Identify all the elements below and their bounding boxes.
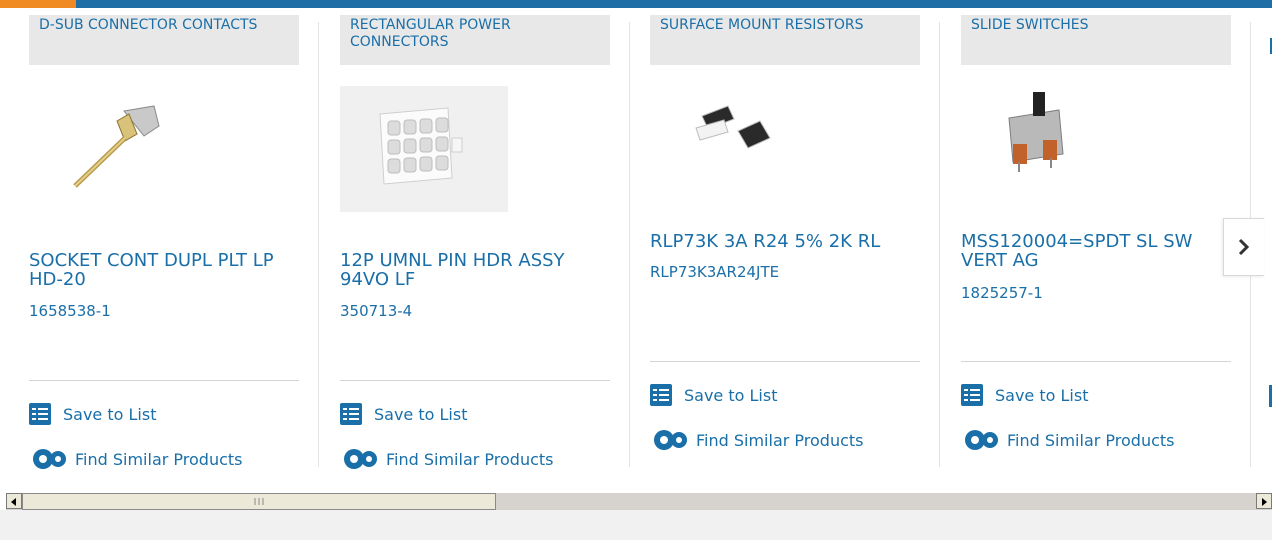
product-name-link[interactable]: 12P UMNL PIN HDR ASSY 94VO LF <box>340 251 615 289</box>
scroll-thumb[interactable] <box>22 493 496 510</box>
horizontal-scrollbar[interactable] <box>6 493 1272 510</box>
scroll-left-button[interactable] <box>6 493 22 509</box>
checklist-icon <box>29 403 51 425</box>
scroll-right-button[interactable] <box>1256 493 1272 509</box>
find-similar-label: Find Similar Products <box>696 430 864 450</box>
card-separator <box>939 22 940 467</box>
checklist-icon <box>340 403 362 425</box>
product-name-link[interactable]: MSS120004=SPDT SL SW VERT AG <box>961 232 1236 270</box>
gears-icon <box>33 449 66 469</box>
find-similar-label: Find Similar Products <box>1007 430 1175 450</box>
find-similar-label: Find Similar Products <box>386 449 554 469</box>
find-similar-label: Find Similar Products <box>75 449 243 469</box>
product-carousel: D-SUB CONNECTOR CONTACTS SOCKET CONT DUP… <box>0 8 1272 488</box>
part-number-link[interactable]: RLP73K3AR24JTE <box>650 263 779 281</box>
status-area <box>0 510 1272 540</box>
category-label[interactable]: SLIDE SWITCHES <box>961 15 1231 65</box>
product-name-link[interactable]: RLP73K 3A R24 5% 2K RL <box>650 232 925 251</box>
checklist-icon <box>961 384 983 406</box>
product-card: RECTANGULAR POWER CONNECTORS 12P UMNL PI… <box>340 8 610 469</box>
category-label[interactable]: D-SUB CONNECTOR CONTACTS <box>29 15 299 65</box>
save-to-list-button[interactable]: Save to List <box>29 401 156 427</box>
find-similar-button[interactable]: Find Similar Products <box>961 427 1175 453</box>
gears-icon <box>654 430 687 450</box>
product-name-link[interactable]: SOCKET CONT DUPL PLT LP HD-20 <box>29 251 304 289</box>
product-card: D-SUB CONNECTOR CONTACTS SOCKET CONT DUP… <box>29 8 299 469</box>
card-divider-line <box>650 361 920 362</box>
product-image[interactable] <box>650 86 920 216</box>
part-number-link[interactable]: 350713-4 <box>340 302 412 320</box>
save-to-list-label: Save to List <box>684 385 778 405</box>
save-to-list-button[interactable]: Save to List <box>650 382 777 408</box>
product-image[interactable] <box>29 86 299 216</box>
product-image[interactable] <box>340 86 610 216</box>
gears-icon <box>344 449 377 469</box>
find-similar-button[interactable]: Find Similar Products <box>340 446 554 472</box>
save-to-list-label: Save to List <box>995 385 1089 405</box>
checklist-icon <box>650 384 672 406</box>
category-label[interactable]: SURFACE MOUNT RESISTORS <box>650 15 920 65</box>
find-similar-button[interactable]: Find Similar Products <box>650 427 864 453</box>
find-similar-button[interactable]: Find Similar Products <box>29 446 243 472</box>
card-divider-line <box>29 380 299 381</box>
grip-icon <box>254 498 264 505</box>
save-to-list-label: Save to List <box>374 404 468 424</box>
card-separator <box>629 22 630 467</box>
top-bar-accent <box>0 0 76 8</box>
arrow-right-icon <box>1262 498 1267 506</box>
arrow-left-icon <box>11 498 16 506</box>
product-card: SURFACE MOUNT RESISTORS RLP73K 3A R24 5%… <box>650 8 920 468</box>
part-number-link[interactable]: 1658538-1 <box>29 302 111 320</box>
part-number-link[interactable]: 1825257-1 <box>961 284 1043 302</box>
card-divider-line <box>340 380 610 381</box>
product-card: SLIDE SWITCHES MSS120004=SPDT SL SW VERT… <box>961 8 1231 468</box>
gears-icon <box>965 430 998 450</box>
category-label[interactable]: RECTANGULAR POWER CONNECTORS <box>340 15 610 65</box>
chevron-right-icon <box>1238 238 1250 256</box>
carousel-next-button[interactable] <box>1223 218 1264 276</box>
product-image[interactable] <box>961 86 1231 216</box>
top-bar <box>0 0 1272 8</box>
save-to-list-button[interactable]: Save to List <box>961 382 1088 408</box>
save-to-list-label: Save to List <box>63 404 157 424</box>
card-separator <box>318 22 319 467</box>
save-to-list-button[interactable]: Save to List <box>340 401 467 427</box>
card-divider-line <box>961 361 1231 362</box>
